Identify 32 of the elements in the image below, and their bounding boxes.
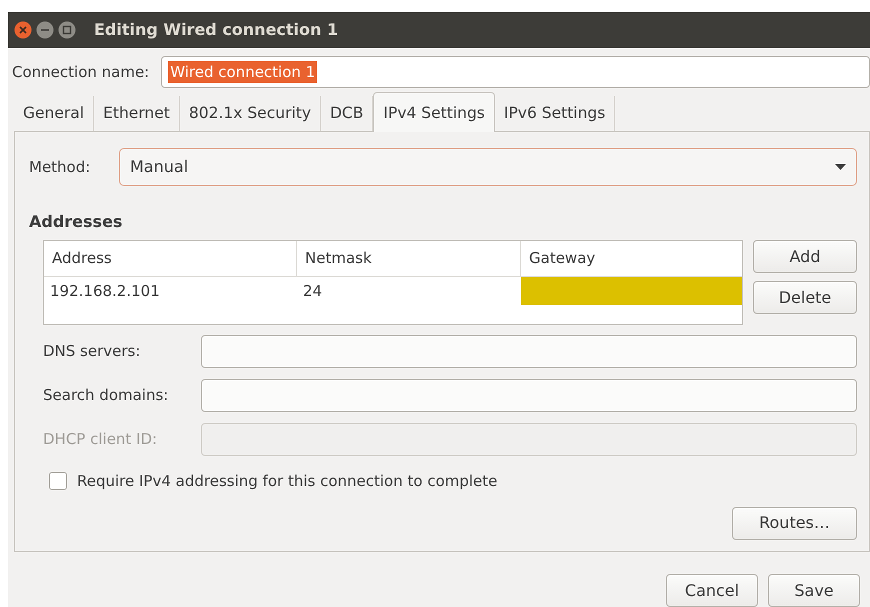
column-header[interactable]: Gateway — [521, 241, 742, 276]
field-label: DNS servers: — [43, 341, 142, 362]
maximize-icon[interactable] — [58, 20, 76, 39]
field-label: Method: — [29, 156, 92, 178]
dialog-button[interactable]: Cancel — [666, 574, 758, 607]
table-cell-text: 24 — [302, 280, 324, 302]
method-dropdown[interactable]: Manual — [119, 148, 857, 186]
dialog-button[interactable]: Save — [768, 574, 860, 607]
checkbox[interactable] — [49, 472, 67, 490]
column-header[interactable]: Address — [44, 241, 297, 276]
tab[interactable]: Ethernet — [94, 96, 180, 132]
field-label: Connection name: — [12, 62, 150, 83]
field-label: DHCP client ID: — [43, 429, 158, 450]
tab[interactable]: IPv6 Settings — [494, 96, 616, 132]
window-title: Editing Wired connection 1 — [94, 18, 338, 41]
input-field[interactable] — [201, 335, 857, 368]
checkbox-label: Require IPv4 addressing for this connection to complete — [77, 471, 498, 492]
tab[interactable]: 802.1x Security — [180, 96, 321, 132]
close-icon[interactable] — [14, 20, 32, 39]
cell-editor[interactable] — [521, 277, 742, 306]
dropdown-arrow-icon — [835, 164, 846, 171]
action-button[interactable]: Add — [753, 240, 857, 274]
action-button[interactable]: Delete — [753, 281, 857, 314]
minimize-icon[interactable] — [36, 20, 54, 39]
routes-button[interactable]: Routes… — [732, 506, 857, 540]
tab[interactable]: General — [14, 96, 94, 132]
column-header[interactable]: Netmask — [297, 241, 521, 276]
tab[interactable]: IPv4 Settings — [373, 92, 495, 132]
input-field[interactable] — [201, 379, 857, 412]
section-title: Addresses — [29, 211, 124, 234]
field-label: Search domains: — [43, 385, 170, 406]
table-cell-text: 192.168.2.101 — [49, 280, 161, 302]
